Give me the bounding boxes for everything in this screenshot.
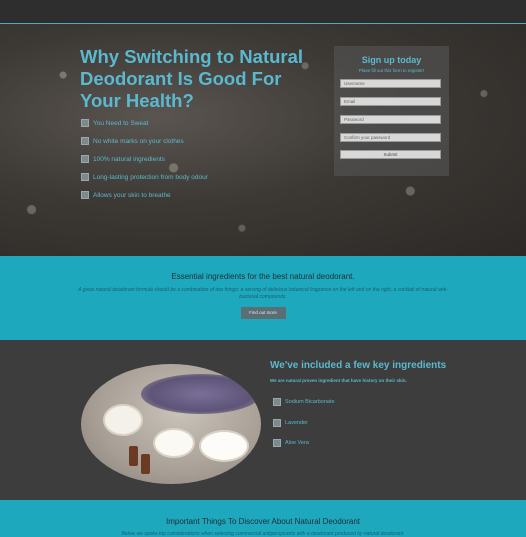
benefit-label: 100% natural ingredients: [93, 155, 165, 163]
jar-image-part: [199, 430, 249, 462]
checkbox-icon: [81, 173, 89, 181]
essential-text: A great natural deodorant formula should…: [78, 287, 448, 300]
find-out-more-button[interactable]: Find out more: [240, 307, 286, 319]
submit-button[interactable]: Submit: [340, 150, 441, 159]
essential-section: Essential ingredients for the best natur…: [0, 256, 526, 340]
top-navbar: [0, 0, 526, 24]
benefit-label: Allows your skin to breathe: [93, 191, 171, 199]
lavender-image-part: [141, 374, 261, 414]
email-input[interactable]: [340, 97, 441, 106]
checkbox-icon: [81, 155, 89, 163]
benefit-item: Long-lasting protection from body odour: [80, 168, 208, 186]
deodorant-photo: [81, 364, 261, 484]
checkbox-icon: [81, 137, 89, 145]
jar-image-part: [153, 428, 195, 458]
benefit-label: You Need to Sweat: [93, 119, 149, 127]
ingredients-subtitle: We are natural proven ingredient that ha…: [270, 378, 407, 383]
ingredient-item: Aloe Vera: [272, 433, 335, 454]
bottle-image-part: [129, 446, 138, 466]
hero-section: Why Switching to Natural Deodorant Is Go…: [0, 24, 526, 256]
benefit-item: No white marks on your clothes: [80, 132, 208, 150]
signup-form: Sign up today Plase fill out this form t…: [334, 46, 449, 176]
signup-subtitle: Plase fill out this form to register!: [358, 68, 425, 73]
ingredient-label: Aloe Vera: [285, 440, 309, 447]
essential-title: Essential ingredients for the best natur…: [171, 272, 355, 281]
ingredient-label: Sodium Bicarbonate: [285, 399, 335, 406]
checkbox-icon: [273, 418, 281, 427]
ingredient-item: Lavender: [272, 413, 335, 434]
benefits-list: You Need to Sweat No white marks on your…: [80, 114, 208, 204]
checkbox-icon: [81, 191, 89, 199]
hero-title-part1: Why Switching to: [80, 46, 240, 67]
checkbox-icon: [273, 439, 281, 448]
hero-title: Why Switching to Natural Deodorant Is Go…: [80, 46, 320, 112]
important-title: Important Things To Discover About Natur…: [165, 517, 361, 526]
important-section: Important Things To Discover About Natur…: [0, 500, 526, 537]
benefit-item: 100% natural ingredients: [80, 150, 208, 168]
ingredient-label: Lavender: [285, 419, 308, 426]
ingredients-list: Sodium Bicarbonate Lavender Aloe Vera: [272, 392, 335, 454]
benefit-item: You Need to Sweat: [80, 114, 208, 132]
ingredients-section: We've included a few key ingredients We …: [0, 340, 526, 500]
confirm-password-input[interactable]: [340, 133, 441, 142]
checkbox-icon: [273, 398, 281, 407]
jar-image-part: [103, 404, 143, 436]
checkbox-icon: [81, 119, 89, 127]
username-input[interactable]: [340, 79, 441, 88]
important-text: Below we spoke top considerations when s…: [121, 531, 405, 537]
ingredient-item: Sodium Bicarbonate: [272, 392, 335, 413]
bottle-image-part: [141, 454, 150, 474]
ingredients-title: We've included a few key ingredients: [270, 360, 447, 371]
password-input[interactable]: [340, 115, 441, 124]
signup-title: Sign up today: [361, 55, 422, 65]
benefit-item: Allows your skin to breathe: [80, 186, 208, 204]
benefit-label: No white marks on your clothes: [93, 137, 184, 145]
benefit-label: Long-lasting protection from body odour: [93, 173, 208, 181]
